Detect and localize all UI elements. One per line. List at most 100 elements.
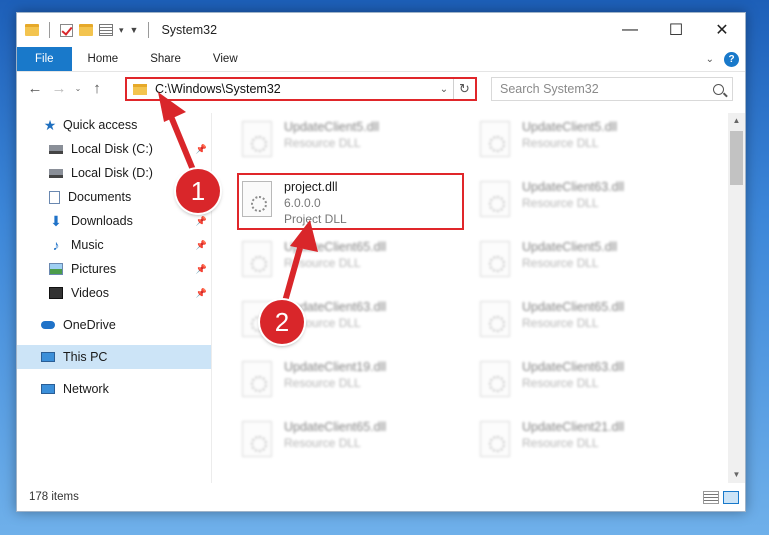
file-type: Resource DLL [522,316,599,330]
step-1-badge: 1 [176,169,220,213]
help-icon[interactable]: ? [724,51,739,67]
file-type: Resource DLL [284,376,361,390]
dll-file-icon [480,361,510,397]
drive-icon [49,168,63,178]
dll-file-icon [480,241,510,277]
tab-view[interactable]: View [197,47,254,71]
file-item[interactable]: UpdateClient63.dll Resource DLL [474,353,700,413]
search-input[interactable]: Search System32 [500,82,599,96]
documents-icon [49,190,60,204]
sidebar-item-this-pc[interactable]: This PC [17,345,211,369]
dll-file-icon [480,421,510,457]
expand-ribbon-icon[interactable]: ⌄ [706,54,714,65]
file-item[interactable]: UpdateClient19.dll Resource DLL [236,353,462,413]
file-type: Resource DLL [522,436,599,450]
recent-locations-icon[interactable]: ⌄ [71,84,85,93]
sidebar-item-music[interactable]: ♪ Music 📌 [17,233,211,257]
back-arrow-icon[interactable]: ← [23,80,47,97]
maximize-button[interactable]: ☐ [653,13,699,47]
file-name: UpdateClient5.dll [522,240,618,254]
tab-file[interactable]: File [17,47,72,71]
close-button[interactable]: ✕ [699,13,745,47]
file-type: Resource DLL [522,256,599,270]
dll-file-icon [480,181,510,217]
file-item[interactable]: UpdateClient21.dll Resource DLL [474,413,700,473]
address-path[interactable]: C:\Windows\System32 [155,82,281,96]
file-name: UpdateClient65.dll [284,240,387,254]
sidebar-item-videos[interactable]: Videos 📌 [17,281,211,305]
sidebar-item-network[interactable]: Network [17,377,211,401]
details-view-icon[interactable] [703,490,719,504]
pin-icon[interactable]: 📌 [196,288,207,299]
sidebar-item-label: Videos [71,286,109,300]
minimize-button[interactable]: — [607,13,653,47]
chevron-down-icon[interactable]: ▾ [119,25,124,36]
file-item[interactable]: UpdateClient65.dll Resource DLL [236,233,462,293]
file-item[interactable]: UpdateClient63.dll Resource DLL [474,173,700,233]
refresh-icon[interactable]: ↻ [453,79,475,99]
search-icon [713,83,724,95]
sidebar-item-downloads[interactable]: ⬇ Downloads 📌 [17,209,211,233]
file-item[interactable]: UpdateClient5.dll Resource DLL [474,233,700,293]
dll-file-icon [480,301,510,337]
file-item[interactable]: UpdateClient5.dll Resource DLL [236,113,462,173]
new-folder-icon[interactable] [79,24,93,36]
dll-file-icon [480,121,510,157]
pin-icon[interactable]: 📌 [196,264,207,275]
music-icon: ♪ [52,237,60,253]
pin-icon[interactable]: 📌 [196,144,207,155]
folder-icon [133,83,147,95]
file-item[interactable]: UpdateClient65.dll Resource DLL [474,293,700,353]
dll-file-icon [242,421,272,457]
drive-icon [49,144,63,154]
sidebar-item-onedrive[interactable]: OneDrive [17,313,211,337]
file-type: Resource DLL [284,436,361,450]
file-type: Resource DLL [522,376,599,390]
scroll-down-icon[interactable]: ▼ [728,467,745,483]
sidebar-item-label: Music [71,238,104,252]
ribbon-right: ⌄ ? [706,47,745,71]
forward-arrow-icon[interactable]: → [47,80,71,97]
chevron-down-icon[interactable]: ⌄ [435,84,453,95]
pictures-icon [49,263,63,275]
file-name: UpdateClient19.dll [284,360,387,374]
pin-icon[interactable]: 📌 [196,240,207,251]
file-item[interactable]: UpdateClient5.dll Resource DLL [474,113,700,173]
address-bar[interactable]: C:\Windows\System32 ⌄ ↻ [125,77,477,101]
pin-icon[interactable]: 📌 [196,216,207,227]
file-type: Resource DLL [284,136,361,150]
ribbon-tabs: File Home Share View ⌄ ? [17,47,745,71]
sidebar-item-label: Pictures [71,262,117,276]
window-controls: — ☐ ✕ [607,13,745,47]
file-item[interactable]: UpdateClient65.dll Resource DLL [236,413,462,473]
up-arrow-icon[interactable]: ↑ [85,80,109,97]
download-icon: ⬇ [50,213,62,229]
cloud-icon [41,321,55,329]
sidebar-item-pictures[interactable]: Pictures 📌 [17,257,211,281]
search-box[interactable]: Search System32 [491,77,733,101]
folder-icon[interactable] [25,24,39,36]
sidebar-item-quick-access[interactable]: ★ Quick access [17,113,211,137]
file-name: UpdateClient5.dll [522,120,618,134]
star-icon: ★ [43,117,57,133]
properties-icon[interactable] [99,24,113,36]
file-type: Resource DLL [522,196,599,210]
scroll-up-icon[interactable]: ▲ [728,113,745,129]
file-name: UpdateClient5.dll [284,120,380,134]
file-explorer-window: ▾ ▼ System32 — ☐ ✕ File Home Share View … [16,12,746,512]
toolbar-divider [49,22,50,38]
properties-check-icon[interactable] [60,23,73,37]
tab-home[interactable]: Home [72,47,135,71]
file-name: UpdateClient63.dll [522,180,625,194]
vertical-scrollbar[interactable]: ▲ ▼ [728,113,745,483]
file-highlight-box [237,173,464,230]
step-2-badge: 2 [260,300,304,344]
scrollbar-thumb[interactable] [730,131,743,185]
dll-file-icon [242,241,272,277]
customize-toolbar-icon[interactable]: ▼ [130,25,139,35]
tab-share[interactable]: Share [134,47,197,71]
tiles-view-icon[interactable] [723,490,739,504]
sidebar-item-label: Quick access [63,118,138,132]
title-divider [148,22,150,38]
sidebar-item-local-disk-c[interactable]: Local Disk (C:) 📌 [17,137,211,161]
